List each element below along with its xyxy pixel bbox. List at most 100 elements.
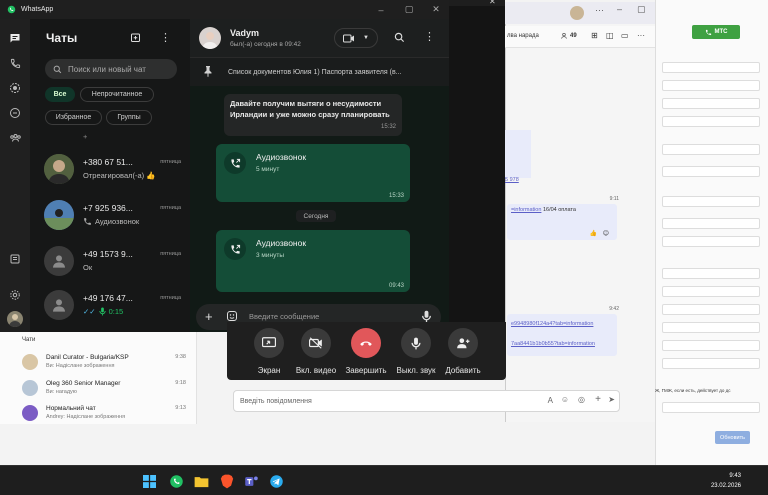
taskbar: 9:43 23.02.2026 [0, 465, 768, 495]
crm-field[interactable] [662, 218, 760, 229]
windows-start-icon[interactable] [141, 473, 158, 490]
chat-item[interactable]: +49 176 47... пятница ✓✓ 0:15 [44, 285, 189, 327]
search-icon[interactable] [394, 32, 405, 43]
add-person-icon [457, 338, 470, 349]
teams-message-input[interactable]: Введіть повідомлення A ☺ ◎ + ➤ [233, 390, 620, 412]
teams-icon[interactable] [243, 473, 260, 490]
pin-icon [204, 65, 212, 77]
share-screen-label: Экран [257, 366, 281, 375]
video-toggle-button[interactable] [301, 328, 331, 358]
chat-item[interactable]: +49 1573 9... пятница Ок [44, 241, 189, 283]
crm-field[interactable] [662, 402, 760, 413]
info-link[interactable]: e9948980f124a4?tab=information [511, 321, 593, 327]
attach-icon[interactable]: + [205, 309, 213, 324]
send-icon[interactable]: ➤ [608, 395, 615, 404]
minimize-icon[interactable]: – [366, 0, 396, 19]
media-icon[interactable] [7, 251, 23, 267]
filter-groups[interactable]: Группы [106, 110, 152, 125]
chats-icon[interactable] [7, 30, 23, 46]
video-call-button[interactable]: ▼ [334, 28, 378, 48]
restore-icon[interactable]: ▢ [637, 4, 646, 15]
crm-field[interactable] [662, 340, 760, 351]
clock[interactable]: 9:43 23.02.2026 [711, 471, 741, 491]
emoji-icon[interactable]: ☺ [561, 395, 569, 404]
loop-icon[interactable]: ◎ [578, 395, 585, 404]
crm-field[interactable] [662, 358, 760, 369]
list-item[interactable]: Oleg 360 Senior Manager Ви: нагадую 9:18 [22, 378, 192, 400]
apps-icon[interactable]: ◫ [606, 31, 614, 40]
chat-item[interactable]: +7 925 936... пятница Аудиозвонок [44, 195, 189, 237]
search-input[interactable]: Поиск или новый чат [45, 59, 177, 79]
sticker-icon[interactable] [226, 310, 238, 322]
crm-field[interactable] [662, 268, 760, 279]
menu-icon[interactable]: ⋮ [160, 31, 171, 44]
pinned-message[interactable]: Список документов Юлия 1) Паспорта заяви… [190, 57, 449, 86]
share-screen-button[interactable] [254, 328, 284, 358]
filter-unread[interactable]: Непрочитанное [80, 87, 154, 102]
crm-field[interactable] [662, 144, 760, 155]
new-chat-icon[interactable] [130, 32, 142, 44]
maximize-icon[interactable]: ▢ [394, 0, 424, 19]
crm-call-button[interactable]: МТС [692, 25, 740, 39]
minimize-icon[interactable]: – [617, 4, 622, 14]
crm-field[interactable] [662, 98, 760, 109]
teams-meeting-toolbar: лва нарада 49 ⊞ ◫ ▭ ··· [505, 26, 655, 48]
outgoing-call-message[interactable]: Аудиозвонок 3 минуты 09:43 [216, 230, 410, 292]
chat-item[interactable]: + [44, 124, 189, 144]
profile-avatar[interactable] [7, 311, 23, 327]
info-link[interactable]: =information [511, 207, 541, 213]
telegram-icon[interactable] [268, 473, 285, 490]
reaction-smile[interactable]: 😊 [603, 230, 609, 237]
add-icon[interactable]: + [595, 394, 601, 405]
crm-field[interactable] [662, 166, 760, 177]
message-bubble [505, 130, 531, 178]
message-placeholder: Введите сообщение [249, 312, 320, 321]
add-participant-button[interactable] [448, 328, 478, 358]
avatar[interactable] [570, 6, 584, 20]
outgoing-call-message[interactable]: Аудиозвонок 5 минут 15:33 [216, 144, 410, 202]
avatar [44, 154, 74, 184]
more-icon[interactable]: ··· [595, 5, 604, 15]
whatsapp-taskbar-icon[interactable] [168, 473, 185, 490]
menu-icon[interactable]: ⋮ [424, 30, 435, 43]
crm-field[interactable] [662, 304, 760, 315]
chat-item[interactable]: +380 67 51... пятница Отреагировал(-а) 👍 [44, 149, 189, 191]
outgoing-call-icon [224, 238, 246, 260]
crm-field[interactable] [662, 62, 760, 73]
communities-icon[interactable] [7, 130, 23, 146]
channels-icon[interactable] [7, 105, 23, 121]
filter-all[interactable]: Все [45, 87, 75, 102]
crm-field[interactable] [662, 80, 760, 91]
avatar [44, 290, 74, 320]
info-link[interactable]: 7aa8441b1b0b55?tab=information [511, 341, 595, 347]
crm-field[interactable] [662, 322, 760, 333]
end-call-button[interactable] [351, 328, 381, 358]
status-icon[interactable] [7, 80, 23, 96]
close-icon[interactable]: ✕ [421, 0, 451, 19]
settings-icon[interactable] [7, 287, 23, 303]
crm-field[interactable] [662, 286, 760, 297]
contact-name[interactable]: Vadym [230, 28, 259, 38]
crm-field[interactable] [662, 116, 760, 127]
more-icon[interactable]: ··· [637, 31, 645, 40]
update-button[interactable]: Обновить [715, 431, 750, 444]
call-window-body [449, 6, 505, 322]
participants-count[interactable]: 49 [561, 32, 577, 40]
read-ticks-icon: ✓✓ [83, 307, 96, 316]
window-title: WhatsApp [21, 6, 54, 13]
reaction-thumbs[interactable]: 👍 [590, 230, 597, 237]
brave-browser-icon[interactable] [218, 473, 235, 490]
mute-button[interactable] [401, 328, 431, 358]
file-explorer-icon[interactable] [193, 473, 210, 490]
video-camera-icon [343, 34, 355, 42]
list-item[interactable]: Нормальний чат Andrey: Надіслане зображе… [22, 403, 192, 425]
avatar[interactable] [199, 27, 221, 49]
list-item[interactable]: Danil Curator - Bulgaria/KSP Ви: Надісла… [22, 352, 192, 374]
format-icon[interactable]: A [548, 396, 553, 405]
grid-icon[interactable]: ⊞ [591, 31, 598, 40]
crm-field[interactable] [662, 196, 760, 207]
crm-field[interactable] [662, 236, 760, 247]
calls-icon[interactable] [7, 55, 23, 71]
filter-favorites[interactable]: Избранное [45, 110, 102, 125]
screen-icon[interactable]: ▭ [621, 31, 629, 40]
